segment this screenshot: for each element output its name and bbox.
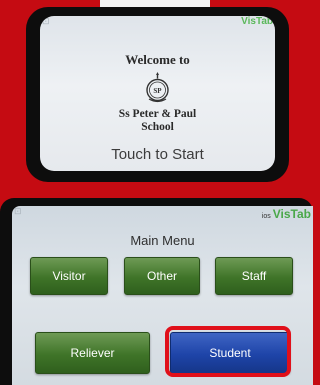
reliever-button[interactable]: Reliever xyxy=(35,332,150,374)
visitor-button[interactable]: Visitor xyxy=(30,257,108,295)
tablet-welcome: ⊡ VisTab Welcome to SP Ss Peter & Paul S… xyxy=(26,7,289,182)
brand-name: VisTab xyxy=(272,207,311,221)
tablet-main-menu: ⊡ ios VisTab Main Menu Visitor Other Sta… xyxy=(0,198,313,385)
school-name: Ss Peter & Paul School xyxy=(40,108,275,134)
touch-to-start-prompt[interactable]: Touch to Start xyxy=(40,146,275,163)
welcome-screen[interactable]: ⊡ VisTab Welcome to SP Ss Peter & Paul S… xyxy=(40,16,275,171)
crest-text: SP xyxy=(153,87,162,95)
main-menu-screen: ⊡ ios VisTab Main Menu Visitor Other Sta… xyxy=(12,206,313,385)
school-name-line1: Ss Peter & Paul xyxy=(118,108,197,120)
main-menu-title: Main Menu xyxy=(130,233,195,248)
brand-logo: ios VisTab xyxy=(262,207,311,221)
welcome-heading: Welcome to xyxy=(125,52,190,67)
other-button[interactable]: Other xyxy=(124,257,200,295)
wifi-icon: ⊡ xyxy=(14,206,22,216)
brand-logo: VisTab xyxy=(241,16,273,27)
school-crest-icon: SP xyxy=(146,72,169,103)
student-highlight-frame xyxy=(165,326,291,377)
wifi-icon: ⊡ xyxy=(42,16,50,26)
staff-button[interactable]: Staff xyxy=(215,257,293,295)
brand-prefix: ios xyxy=(261,213,271,220)
school-name-line2: School xyxy=(141,121,174,133)
